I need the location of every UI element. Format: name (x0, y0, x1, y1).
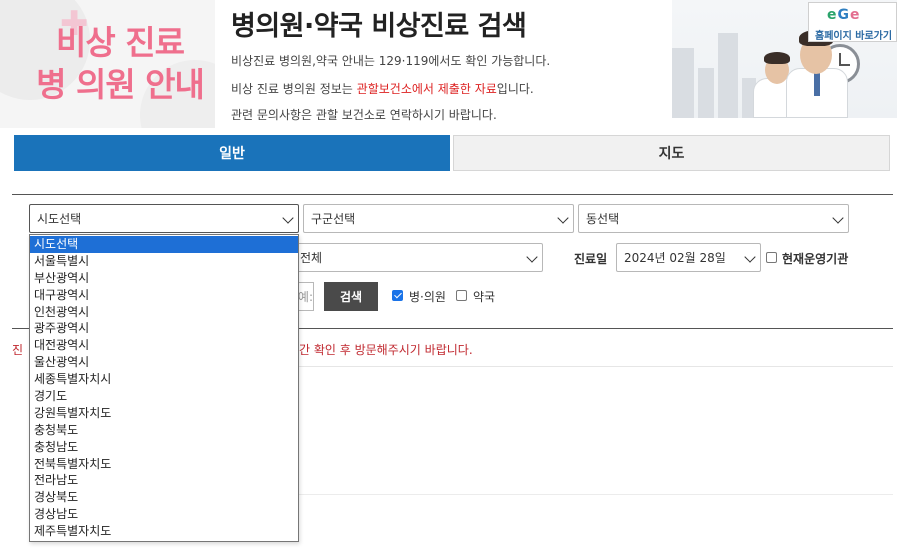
tab-general[interactable]: 일반 (14, 135, 450, 171)
info-line-2: 비상 진료 병의원 정보는 관할보건소에서 제출한 자료입니다. (231, 82, 534, 96)
search-button[interactable]: 검색 (324, 282, 378, 311)
sido-select[interactable]: 시도선택 (29, 204, 299, 233)
institution-type-select[interactable]: 전체 (292, 243, 543, 272)
sido-dropdown-list[interactable]: 시도선택 서울특별시 부산광역시 대구광역시 인천광역시 광주광역시 대전광역시… (29, 234, 299, 542)
sido-option[interactable]: 전북특별자치도 (30, 456, 298, 473)
sido-option[interactable]: 충청남도 (30, 439, 298, 456)
sido-option[interactable]: 광주광역시 (30, 320, 298, 337)
divider-top (12, 194, 893, 195)
sido-option[interactable]: 경기도 (30, 388, 298, 405)
tab-map[interactable]: 지도 (453, 135, 890, 171)
homepage-link-button[interactable]: eGe 홈페이지 바로가기 (808, 2, 897, 42)
sido-option[interactable]: 시도선택 (30, 236, 298, 253)
open-now-checkbox[interactable] (766, 252, 777, 263)
egeen-logo-icon: eGe (827, 7, 861, 23)
open-now-label: 현재운영기관 (782, 252, 849, 266)
chevron-down-icon (526, 251, 538, 263)
pharmacy-checkbox[interactable] (456, 290, 467, 301)
pharmacy-label: 약국 (473, 290, 496, 304)
result-divider (299, 366, 893, 367)
hospital-label: 병·의원 (409, 290, 446, 304)
sido-option[interactable]: 세종특별자치시 (30, 371, 298, 388)
sido-option[interactable]: 울산광역시 (30, 354, 298, 371)
notice-text: 간 확인 후 방문해주시기 바랍니다. (299, 343, 473, 357)
gugun-select[interactable]: 구군선택 (303, 204, 574, 233)
chevron-down-icon (557, 212, 569, 224)
top-banner: ✚ 비상 진료 병 의원 안내 병의원·약국 비상진료 검색 비상진료 병의원,… (0, 0, 897, 128)
date-select[interactable]: 2024년 02월 28일 (616, 243, 761, 272)
homepage-link-label: 홈페이지 바로가기 (815, 31, 893, 42)
info-line-3: 관련 문의사항은 관할 보건소로 연락하시기 바랍니다. (231, 108, 497, 122)
sido-option[interactable]: 대전광역시 (30, 337, 298, 354)
banner-heading: 비상 진료 병 의원 안내 (36, 23, 205, 104)
hospital-checkbox[interactable] (392, 290, 403, 301)
sido-option[interactable]: 강원특별자치도 (30, 405, 298, 422)
notice-text-lead: 진 (12, 343, 24, 357)
sido-option[interactable]: 제주특별자치도 (30, 523, 298, 540)
chevron-down-icon (282, 212, 294, 224)
result-divider-2 (299, 494, 893, 495)
sido-option[interactable]: 충청북도 (30, 422, 298, 439)
banner-illustration-left: ✚ 비상 진료 병 의원 안내 (0, 0, 215, 128)
page-title: 병의원·약국 비상진료 검색 (231, 11, 527, 42)
sido-option[interactable]: 경상남도 (30, 506, 298, 523)
info-line-1: 비상진료 병의원,약국 안내는 129·119에서도 확인 가능합니다. (231, 54, 551, 68)
sido-option[interactable]: 대구광역시 (30, 287, 298, 304)
dong-select[interactable]: 동선택 (578, 204, 849, 233)
sido-option[interactable]: 부산광역시 (30, 270, 298, 287)
sido-option[interactable]: 경상북도 (30, 489, 298, 506)
date-label: 진료일 (574, 252, 608, 266)
info-highlight: 관할보건소에서 제출한 자료 (356, 82, 497, 96)
sido-option[interactable]: 서울특별시 (30, 253, 298, 270)
chevron-down-icon (832, 212, 844, 224)
sido-option[interactable]: 전라남도 (30, 472, 298, 489)
chevron-down-icon (744, 251, 756, 263)
sido-option[interactable]: 인천광역시 (30, 304, 298, 321)
